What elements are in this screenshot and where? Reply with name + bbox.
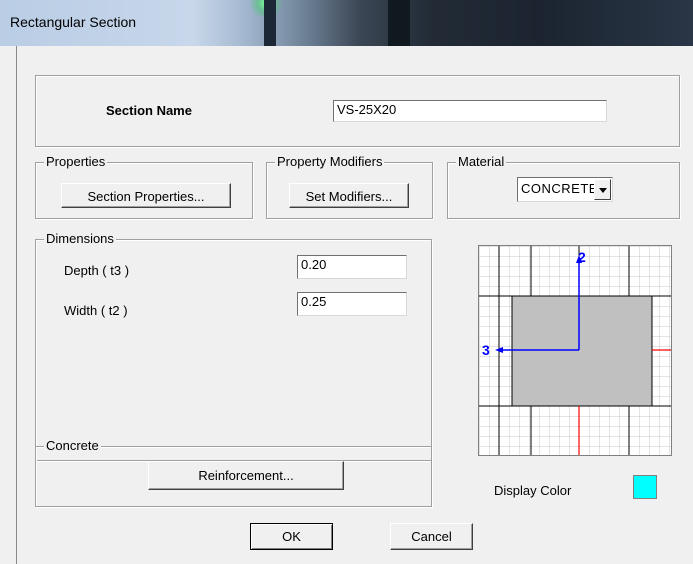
- property-modifiers-legend: Property Modifiers: [275, 154, 385, 170]
- ok-button-label: OK: [282, 529, 301, 544]
- section-preview-graphic: 2 3: [479, 246, 671, 455]
- reinforcement-button-label: Reinforcement...: [198, 468, 294, 483]
- material-dropdown[interactable]: CONCRETE: [517, 177, 613, 202]
- properties-group: Properties Section Properties...: [35, 154, 253, 219]
- title-bar-band: [264, 0, 276, 46]
- width-label: Width ( t2 ): [64, 303, 128, 318]
- window-title: Rectangular Section: [10, 14, 137, 30]
- material-selected-value: CONCRETE: [521, 181, 598, 196]
- concrete-group: Concrete Reinforcement...: [35, 438, 432, 507]
- section-properties-button[interactable]: Section Properties...: [61, 183, 231, 208]
- material-group: Material CONCRETE: [447, 154, 680, 219]
- set-modifiers-button[interactable]: Set Modifiers...: [289, 183, 409, 208]
- set-modifiers-button-label: Set Modifiers...: [305, 189, 393, 204]
- axis-3-label: 3: [482, 342, 490, 358]
- cancel-button-label: Cancel: [411, 529, 452, 544]
- cancel-button[interactable]: Cancel: [390, 523, 473, 550]
- depth-label: Depth ( t3 ): [64, 263, 130, 278]
- section-name-panel: Section Name VS-25X20: [35, 75, 680, 147]
- title-bar-band-right: [388, 0, 410, 46]
- axis-2-label: 2: [578, 249, 586, 265]
- chevron-down-icon[interactable]: [594, 179, 611, 200]
- depth-field[interactable]: 0.20: [297, 255, 407, 279]
- properties-legend: Properties: [44, 154, 108, 170]
- section-shape: [511, 295, 653, 407]
- property-modifiers-group: Property Modifiers Set Modifiers...: [266, 154, 433, 219]
- width-field[interactable]: 0.25: [297, 292, 407, 316]
- dimensions-legend: Dimensions: [44, 231, 116, 247]
- reinforcement-button[interactable]: Reinforcement...: [148, 461, 344, 490]
- ok-button[interactable]: OK: [250, 523, 333, 550]
- material-legend: Material: [456, 154, 507, 170]
- dimensions-group: Dimensions Depth ( t3 ) 0.20 Width ( t2 …: [35, 231, 432, 461]
- title-bar[interactable]: Rectangular Section: [0, 0, 693, 46]
- concrete-legend: Concrete: [44, 438, 101, 454]
- section-properties-button-label: Section Properties...: [87, 189, 205, 204]
- display-color-label: Display Color: [494, 483, 572, 498]
- display-color-swatch[interactable]: [633, 475, 657, 499]
- section-name-label: Section Name: [106, 103, 192, 118]
- dialog-body: Section Name VS-25X20 Properties Section…: [16, 46, 693, 564]
- section-name-field[interactable]: VS-25X20: [333, 100, 607, 122]
- section-preview: 2 3: [478, 245, 672, 456]
